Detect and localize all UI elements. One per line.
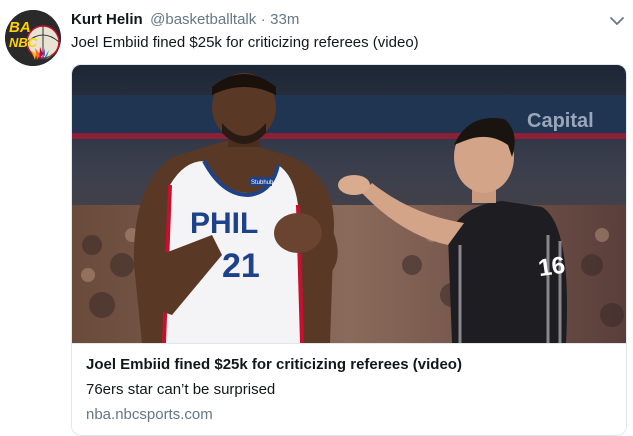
author-name[interactable]: Kurt Helin — [71, 11, 143, 28]
card-body[interactable]: Joel Embiid fined $25k for criticizing r… — [72, 343, 626, 423]
tweet-text: Joel Embiid fined $25k for criticizing r… — [71, 34, 419, 51]
separator-dot: · — [260, 11, 266, 28]
jersey-patch: Stubhub — [251, 180, 274, 186]
jersey-number: 21 — [222, 247, 260, 285]
tweet-timestamp[interactable]: 33m — [270, 11, 299, 28]
basketballtalk-logo-icon: BA NBC — [5, 10, 61, 66]
card-description: 76ers star can’t be surprised — [86, 381, 276, 398]
jersey-text: PHIL — [190, 207, 258, 240]
card-title[interactable]: Joel Embiid fined $25k for criticizing r… — [86, 356, 462, 373]
embiid-referee-photo: Capital PHIL 21 Stubhub 16 — [72, 65, 626, 343]
card-photo[interactable]: Capital PHIL 21 Stubhub 16 — [72, 65, 626, 343]
tweet-header: Kurt Helin @basketballtalk · 33m — [71, 11, 613, 31]
link-card[interactable]: Capital PHIL 21 Stubhub 16 Joel Embiid f… — [71, 64, 627, 436]
tweet[interactable]: BA NBC Kurt Helin @basketballtalk · 33m … — [0, 0, 633, 436]
chevron-down-icon — [610, 17, 624, 25]
tweet-menu-button[interactable] — [608, 14, 626, 28]
avatar[interactable]: BA NBC — [5, 10, 61, 66]
avatar-text-top: BA — [9, 19, 31, 36]
card-domain[interactable]: nba.nbcsports.com — [86, 406, 213, 423]
arena-banner-text: Capital — [527, 110, 594, 132]
avatar-text-bottom: NBC — [9, 35, 38, 50]
referee-number: 16 — [537, 252, 567, 282]
author-handle[interactable]: @basketballtalk — [150, 11, 256, 28]
